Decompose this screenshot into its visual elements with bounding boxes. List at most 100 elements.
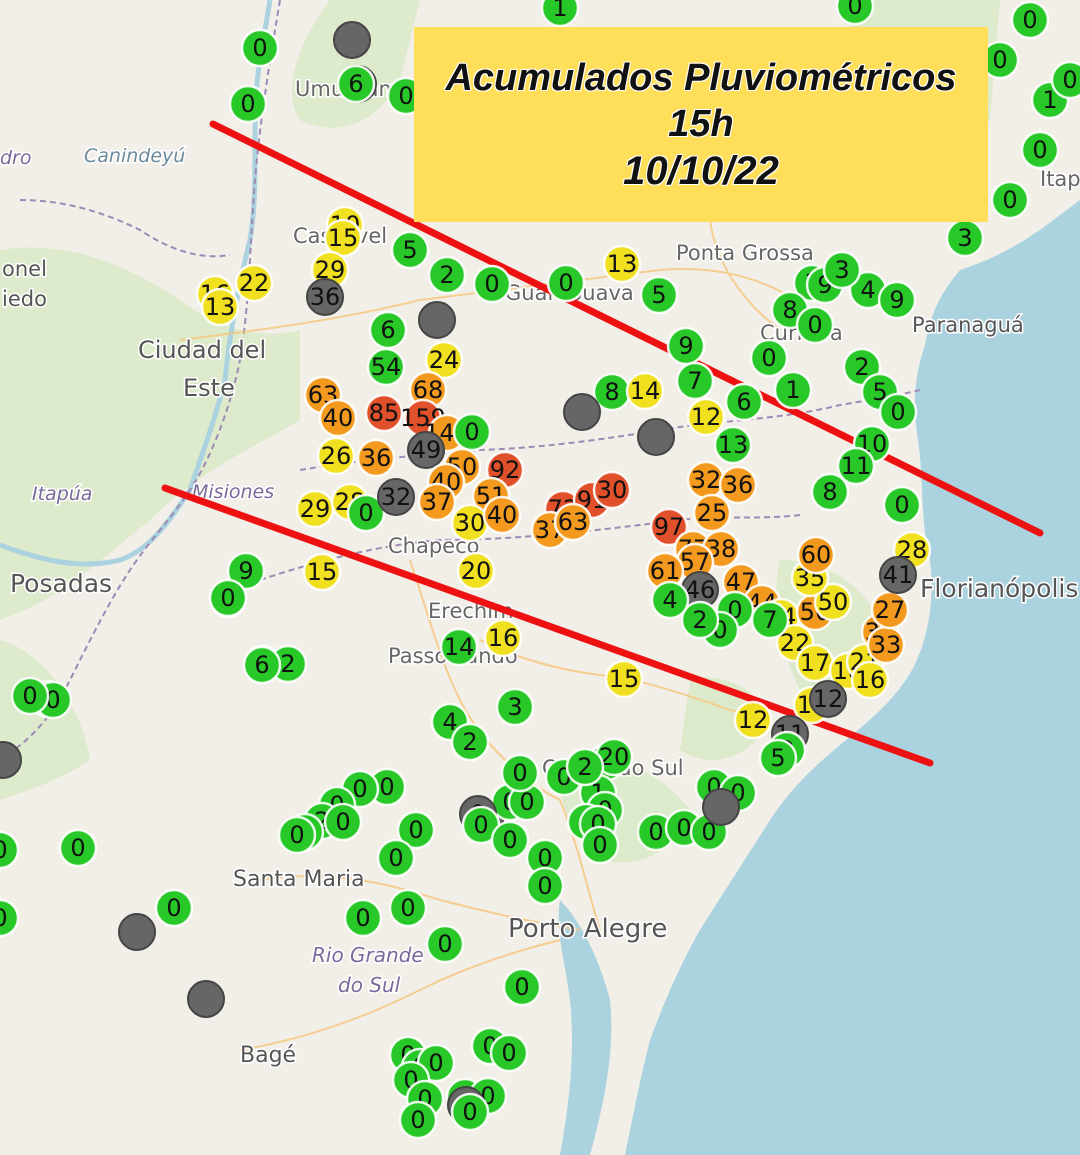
station-marker[interactable]: 63 xyxy=(553,502,593,542)
station-marker[interactable]: 0 xyxy=(580,825,620,865)
station-marker[interactable]: 6 xyxy=(336,64,376,104)
station-marker[interactable]: 0 xyxy=(208,578,248,618)
station-marker[interactable]: 6 xyxy=(368,310,408,350)
station-marker[interactable]: 17 xyxy=(795,643,835,683)
station-marker[interactable]: 37 xyxy=(417,482,457,522)
station-marker[interactable]: 0 xyxy=(10,676,50,716)
station-marker[interactable]: 30 xyxy=(450,503,490,543)
station-marker[interactable]: 36 xyxy=(306,278,344,316)
station-marker[interactable]: 0 xyxy=(343,898,383,938)
station-marker[interactable]: 13 xyxy=(713,425,753,465)
station-marker[interactable]: 32 xyxy=(377,478,415,516)
station-dot[interactable] xyxy=(118,913,156,951)
station-marker[interactable]: 3 xyxy=(495,687,535,727)
station-marker[interactable]: 40 xyxy=(318,398,358,438)
station-marker[interactable] xyxy=(118,913,156,951)
station-marker[interactable]: 0 xyxy=(228,84,268,124)
station-marker[interactable]: 22 xyxy=(234,263,274,303)
station-marker[interactable]: 0 xyxy=(388,888,428,928)
station-marker[interactable]: 0 xyxy=(835,0,875,26)
station-marker[interactable]: 29 xyxy=(295,489,335,529)
station-marker[interactable]: 5 xyxy=(390,230,430,270)
station-marker[interactable]: 40 xyxy=(482,495,522,535)
station-marker[interactable]: 0 xyxy=(450,1092,490,1132)
station-marker[interactable]: 0 xyxy=(489,1033,529,1073)
station-marker[interactable]: 15 xyxy=(604,659,644,699)
station-marker[interactable]: 25 xyxy=(692,493,732,533)
station-marker[interactable]: 4 xyxy=(650,580,690,620)
station-marker[interactable]: 14 xyxy=(625,371,665,411)
station-marker[interactable]: 8 xyxy=(810,472,850,512)
station-marker[interactable]: 7 xyxy=(750,600,790,640)
station-marker[interactable]: 12 xyxy=(733,700,773,740)
station-marker[interactable] xyxy=(418,301,456,339)
station-marker[interactable]: 0 xyxy=(546,263,586,303)
station-marker[interactable] xyxy=(187,980,225,1018)
station-marker[interactable]: 7 xyxy=(675,361,715,401)
station-marker[interactable]: 0 xyxy=(1020,130,1060,170)
station-marker[interactable]: 14 xyxy=(439,627,479,667)
station-marker[interactable]: 1 xyxy=(540,0,580,28)
station-dot[interactable] xyxy=(418,301,456,339)
station-marker[interactable]: 0 xyxy=(525,866,565,906)
station-marker[interactable]: 0 xyxy=(882,485,922,525)
station-marker[interactable]: 41 xyxy=(879,556,917,594)
station-marker[interactable]: 20 xyxy=(456,551,496,591)
station-marker[interactable]: 30 xyxy=(592,470,632,510)
station-marker[interactable]: 0 xyxy=(472,264,512,304)
station-marker[interactable]: 85 xyxy=(364,393,404,433)
station-marker[interactable]: 13 xyxy=(602,244,642,284)
station-marker[interactable] xyxy=(702,788,740,826)
station-marker[interactable]: 2 xyxy=(565,747,605,787)
station-marker[interactable]: 15 xyxy=(323,218,363,258)
station-marker[interactable]: 2 xyxy=(427,255,467,295)
station-marker[interactable]: 32 xyxy=(686,460,726,500)
station-marker[interactable]: 36 xyxy=(718,465,758,505)
station-marker[interactable]: 0 xyxy=(277,815,317,855)
station-marker[interactable]: 12 xyxy=(809,680,847,718)
station-marker[interactable]: 16 xyxy=(483,618,523,658)
station-marker[interactable]: 0 xyxy=(58,828,98,868)
station-marker[interactable]: 0 xyxy=(500,753,540,793)
station-dot[interactable] xyxy=(333,21,371,59)
station-marker[interactable]: 54 xyxy=(366,347,406,387)
station-marker[interactable]: 0 xyxy=(376,838,416,878)
station-marker[interactable]: 2 xyxy=(450,722,490,762)
station-marker[interactable]: 0 xyxy=(502,967,542,1007)
station-marker[interactable]: 9 xyxy=(666,326,706,366)
station-marker[interactable]: 0 xyxy=(154,888,194,928)
station-marker[interactable]: 15 xyxy=(302,552,342,592)
station-marker[interactable]: 33 xyxy=(866,625,906,665)
station-marker[interactable]: 0 xyxy=(1050,60,1080,100)
station-marker[interactable]: 0 xyxy=(990,180,1030,220)
station-marker[interactable]: 0 xyxy=(878,392,918,432)
station-marker[interactable]: 0 xyxy=(323,802,363,842)
station-dot[interactable] xyxy=(637,418,675,456)
station-marker[interactable]: 5 xyxy=(758,738,798,778)
station-marker[interactable]: 12 xyxy=(686,397,726,437)
station-marker[interactable]: 36 xyxy=(356,438,396,478)
station-marker[interactable]: 0 xyxy=(795,305,835,345)
station-marker[interactable]: 5 xyxy=(639,275,679,315)
station-marker[interactable]: 26 xyxy=(316,436,356,476)
station-marker[interactable]: 0 xyxy=(452,412,492,452)
station-dot[interactable] xyxy=(187,980,225,1018)
station-marker[interactable]: 0 xyxy=(398,1100,438,1140)
station-marker[interactable]: 27 xyxy=(870,590,910,630)
station-marker[interactable] xyxy=(563,393,601,431)
station-marker[interactable]: 0 xyxy=(240,28,280,68)
station-dot[interactable] xyxy=(702,788,740,826)
station-marker[interactable]: 49 xyxy=(407,431,445,469)
station-marker[interactable]: 3 xyxy=(945,218,985,258)
station-marker[interactable]: 6 xyxy=(724,382,764,422)
station-marker[interactable]: 16 xyxy=(850,660,890,700)
station-marker[interactable]: 0 xyxy=(749,338,789,378)
station-marker[interactable] xyxy=(637,418,675,456)
station-marker[interactable]: 1 xyxy=(773,370,813,410)
station-marker[interactable]: 0 xyxy=(1010,0,1050,40)
station-marker[interactable]: 6 xyxy=(242,645,282,685)
station-marker[interactable]: 3 xyxy=(822,250,862,290)
station-marker[interactable]: 0 xyxy=(490,820,530,860)
station-marker[interactable]: 13 xyxy=(200,287,240,327)
station-dot[interactable] xyxy=(563,393,601,431)
